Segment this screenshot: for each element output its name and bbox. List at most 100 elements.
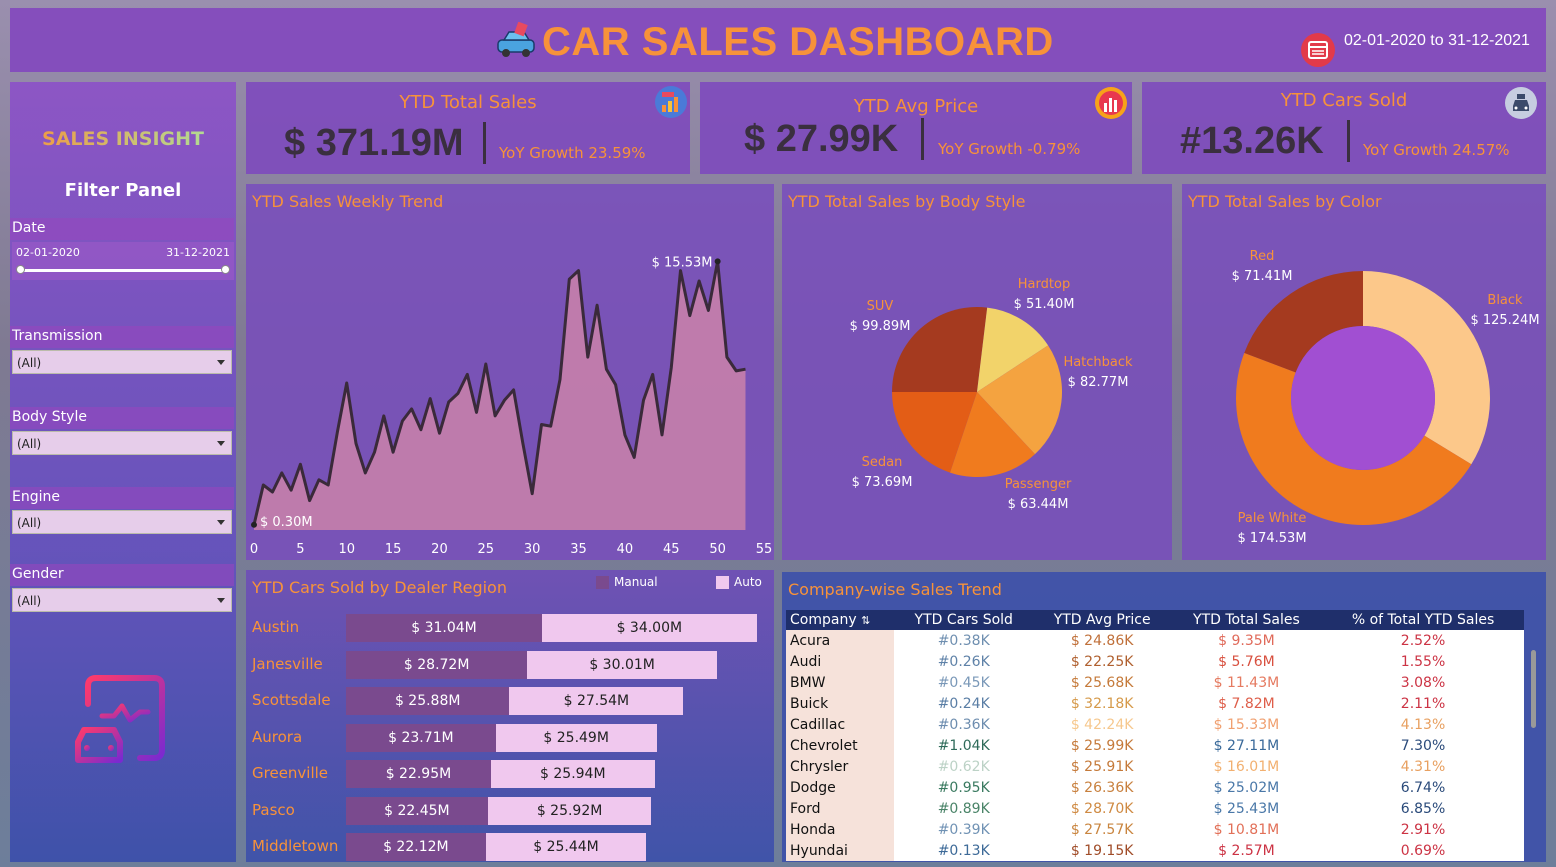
slider-end-handle[interactable] <box>221 265 230 274</box>
slice-value-label: $ 99.89M <box>850 319 911 334</box>
pct-total-cell: 2.52% <box>1322 630 1524 651</box>
table-row[interactable]: Honda #0.39K $ 27.57K $ 10.81M 2.91% <box>786 819 1524 840</box>
bar-manual[interactable]: $ 28.72M <box>346 650 528 679</box>
x-tick-label: 55 <box>756 542 773 557</box>
transmission-dropdown[interactable]: (All) <box>12 350 232 374</box>
slider-start-handle[interactable] <box>16 265 25 274</box>
cars-sold-cell: #0.45K <box>894 672 1034 693</box>
pct-total-cell: 6.85% <box>1322 798 1524 819</box>
cars-sold-cell: #0.89K <box>894 798 1034 819</box>
date-range-text: 02-01-2020 to 31-12-2021 <box>1344 32 1530 49</box>
bar-auto[interactable]: $ 25.94M <box>490 760 655 788</box>
table-row[interactable]: Cadillac #0.36K $ 42.24K $ 15.33M 4.13% <box>786 714 1524 735</box>
slice-name-label: Hardtop <box>1018 277 1070 292</box>
region-row[interactable]: Middletown $ 22.12M $ 25.44M <box>252 833 772 861</box>
x-tick-label: 25 <box>478 542 495 557</box>
avg-price-cell: $ 42.24K <box>1033 714 1171 735</box>
cars-sold-cell: #0.38K <box>894 630 1034 651</box>
gender-dropdown[interactable]: (All) <box>12 588 232 612</box>
table-scrollbar[interactable] <box>1531 650 1536 728</box>
region-name: Middletown <box>252 837 339 855</box>
slice-name-label: Black <box>1487 293 1523 308</box>
column-header[interactable]: YTD Avg Price <box>1033 610 1171 630</box>
date-start: 02-01-2020 <box>16 246 80 259</box>
kpi-avg-price: YTD Avg Price $ 27.99K YoY Growth -0.79% <box>700 82 1132 174</box>
kpi-growth: YoY Growth 24.57% <box>1363 141 1510 159</box>
slice-value-label: $ 73.69M <box>852 475 913 490</box>
slider-track[interactable] <box>20 269 226 272</box>
bar-manual[interactable]: $ 25.88M <box>346 687 510 715</box>
bar-auto[interactable]: $ 34.00M <box>541 614 757 642</box>
legend-swatch-auto <box>716 576 729 589</box>
bar-manual[interactable]: $ 22.95M <box>346 760 491 788</box>
total-sales-cell: $ 2.57M <box>1170 840 1323 861</box>
kpi-divider <box>921 118 924 160</box>
kpi-growth: YoY Growth 23.59% <box>499 144 646 162</box>
bar-manual[interactable]: $ 23.71M <box>346 723 496 752</box>
bar-manual[interactable]: $ 22.12M <box>346 833 486 861</box>
transmission-filter-label: Transmission <box>10 326 234 348</box>
chevron-down-icon[interactable] <box>217 520 225 525</box>
column-header[interactable]: % of Total YTD Sales <box>1322 610 1524 630</box>
cars-sold-cell: #0.62K <box>894 756 1034 777</box>
bar-auto[interactable]: $ 25.49M <box>495 723 657 752</box>
slice-value-label: $ 51.40M <box>1014 297 1075 312</box>
bar-manual[interactable]: $ 22.45M <box>346 796 488 825</box>
table-row[interactable]: BMW #0.45K $ 25.68K $ 11.43M 3.08% <box>786 672 1524 693</box>
company-cell: Dodge <box>786 777 894 798</box>
cars-sold-cell: #0.13K <box>894 840 1034 861</box>
region-row[interactable]: Janesville $ 28.72M $ 30.01M <box>252 650 772 679</box>
total-sales-cell: $ 7.82M <box>1170 693 1323 714</box>
region-name: Scottsdale <box>252 691 331 709</box>
region-row[interactable]: Scottsdale $ 25.88M $ 27.54M <box>252 687 772 715</box>
body-style-dropdown[interactable]: (All) <box>12 431 232 455</box>
kpi-value: $ 371.19M <box>284 122 464 164</box>
company-cell: Hyundai <box>786 840 894 861</box>
avg-price-cell: $ 28.70K <box>1033 798 1171 819</box>
slice-name-label: Sedan <box>862 455 903 470</box>
legend-manual: Manual <box>614 575 658 589</box>
sort-icon[interactable]: ⇅ <box>861 614 870 627</box>
x-tick-label: 40 <box>617 542 634 557</box>
table-row[interactable]: Audi #0.26K $ 22.25K $ 5.76M 1.55% <box>786 651 1524 672</box>
table-row[interactable]: Chrysler #0.62K $ 25.91K $ 16.01M 4.31% <box>786 756 1524 777</box>
table-row[interactable]: Dodge #0.95K $ 26.36K $ 25.02M 6.74% <box>786 777 1524 798</box>
table-row[interactable]: Chevrolet #1.04K $ 25.99K $ 27.11M 7.30% <box>786 735 1524 756</box>
region-row[interactable]: Aurora $ 23.71M $ 25.49M <box>252 723 772 752</box>
column-header[interactable]: YTD Total Sales <box>1170 610 1323 630</box>
chevron-down-icon[interactable] <box>217 598 225 603</box>
chevron-down-icon[interactable] <box>217 441 225 446</box>
date-range-slider[interactable]: 02-01-2020 31-12-2021 <box>12 242 234 280</box>
transmission-value: (All) <box>17 356 42 370</box>
bar-auto[interactable]: $ 27.54M <box>509 687 684 715</box>
company-cell: Honda <box>786 819 894 840</box>
date-end: 31-12-2021 <box>166 246 230 259</box>
slice-name-label: Pale White <box>1238 511 1307 526</box>
chevron-down-icon[interactable] <box>217 360 225 365</box>
table-row[interactable]: Acura #0.38K $ 24.86K $ 9.35M 2.52% <box>786 630 1524 651</box>
color-donut-chart: Red $ 71.41M Black $ 125.24M Pale White $ 174… <box>1232 249 1540 546</box>
company-cell: BMW <box>786 672 894 693</box>
bar-manual[interactable]: $ 31.04M <box>346 614 542 642</box>
total-sales-cell: $ 10.81M <box>1170 819 1323 840</box>
region-row[interactable]: Greenville $ 22.95M $ 25.94M <box>252 760 772 788</box>
total-sales-cell: $ 25.02M <box>1170 777 1323 798</box>
bar-auto[interactable]: $ 25.92M <box>487 796 652 825</box>
region-row[interactable]: Pasco $ 22.45M $ 25.92M <box>252 796 772 825</box>
table-row[interactable]: Ford #0.89K $ 28.70K $ 25.43M 6.85% <box>786 798 1524 819</box>
engine-dropdown[interactable]: (All) <box>12 510 232 534</box>
kpi-value: $ 27.99K <box>744 118 899 160</box>
pct-total-cell: 0.69% <box>1322 840 1524 861</box>
company-cell: Cadillac <box>786 714 894 735</box>
bar-auto[interactable]: $ 25.44M <box>485 833 647 861</box>
car-tag-icon <box>497 22 535 57</box>
table-row[interactable]: Hyundai #0.13K $ 19.15K $ 2.57M 0.69% <box>786 840 1524 861</box>
bar-auto[interactable]: $ 30.01M <box>527 650 717 679</box>
region-row[interactable]: Austin $ 31.04M $ 34.00M <box>252 614 772 642</box>
column-header[interactable]: Company ⇅ <box>786 610 894 630</box>
company-cell: Buick <box>786 693 894 714</box>
company-cell: Audi <box>786 651 894 672</box>
table-row[interactable]: Buick #0.24K $ 32.18K $ 7.82M 2.11% <box>786 693 1524 714</box>
kpi-total-sales: YTD Total Sales $ 371.19M YoY Growth 23.… <box>246 82 690 174</box>
column-header[interactable]: YTD Cars Sold <box>894 610 1034 630</box>
